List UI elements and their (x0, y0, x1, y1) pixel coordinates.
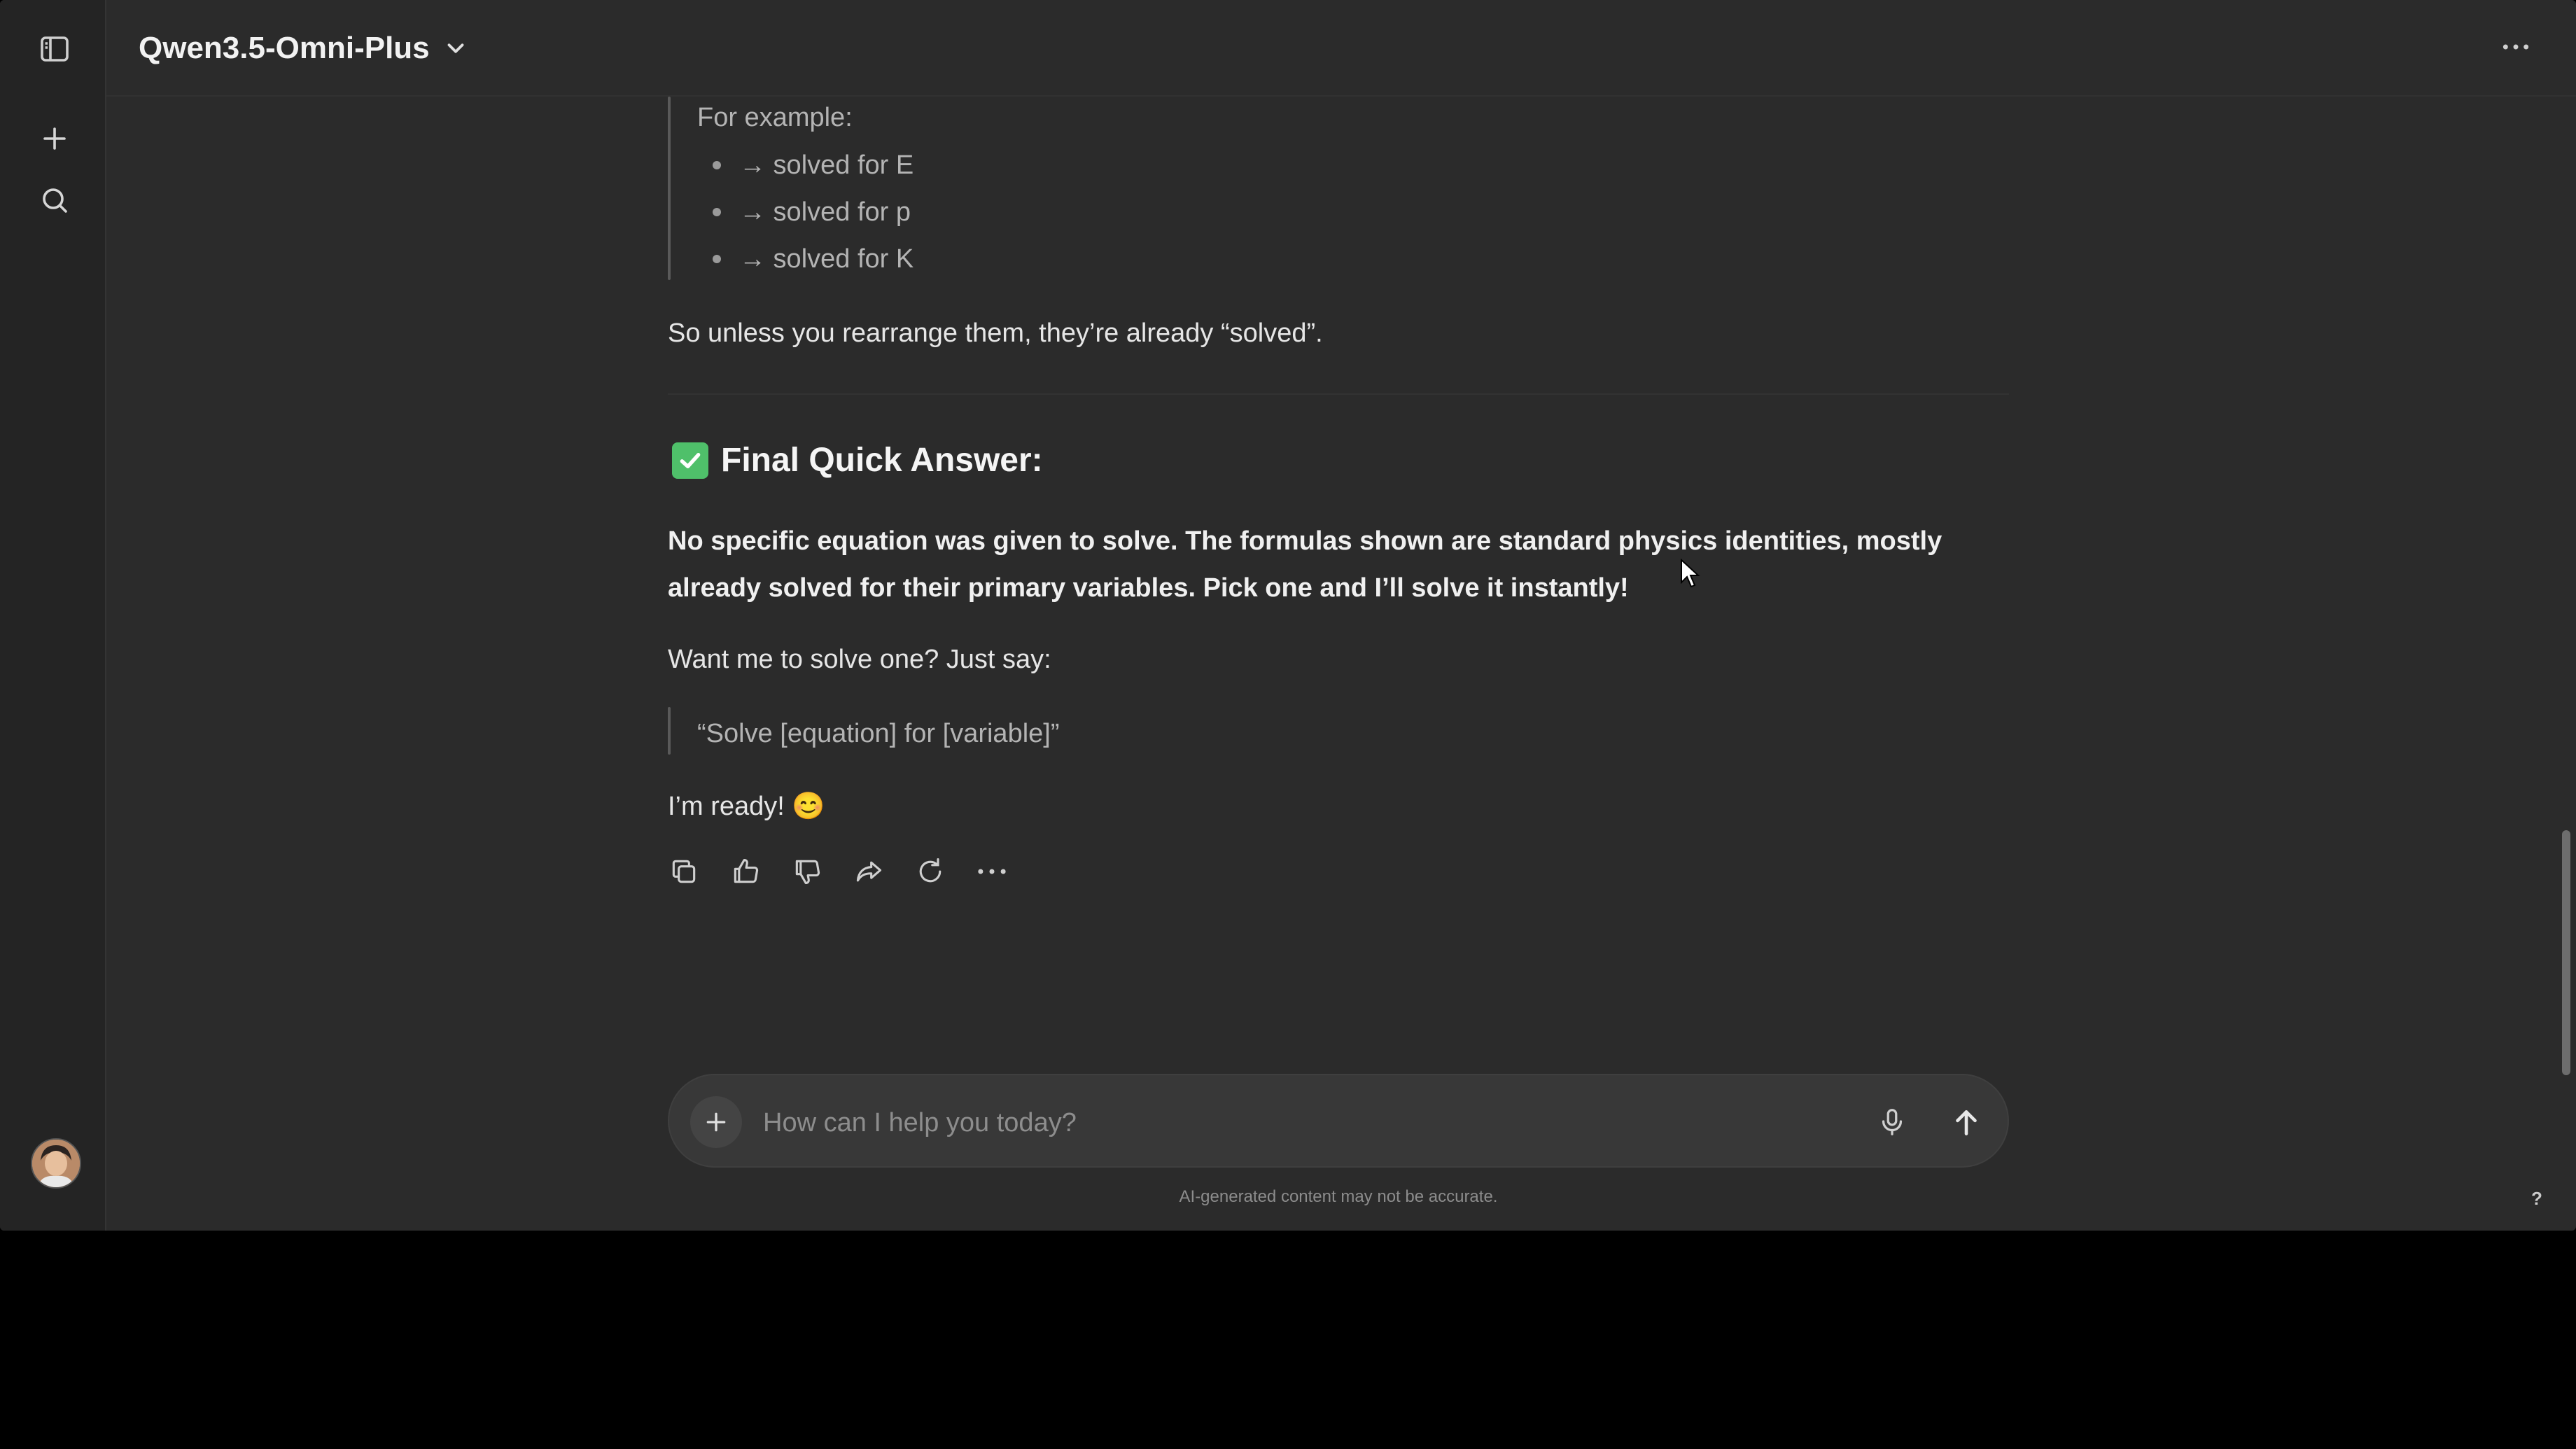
list-item: → solved for p (739, 197, 911, 227)
answer-text: No specific equation was given to solve.… (668, 526, 1942, 603)
example-label: For example: (697, 103, 853, 132)
copy-button[interactable] (668, 855, 700, 888)
scrollbar-thumb[interactable] (2562, 830, 2570, 1075)
plus-icon (706, 1112, 726, 1132)
chevron-down-icon (447, 43, 464, 53)
share-icon (856, 861, 882, 882)
more-actions-button[interactable] (976, 855, 1008, 888)
send-button[interactable] (1936, 1092, 1996, 1152)
section-heading: Final Quick Answer: (672, 441, 1043, 479)
bullet (713, 208, 721, 216)
attach-button[interactable] (690, 1096, 742, 1148)
more-options-button[interactable] (2495, 29, 2537, 64)
like-button[interactable] (729, 855, 762, 888)
dislike-button[interactable] (791, 855, 823, 888)
blockquote-bar (668, 707, 671, 755)
voice-input-button[interactable] (1868, 1098, 1917, 1147)
share-button[interactable] (853, 855, 885, 888)
new-chat-button[interactable] (28, 112, 81, 165)
model-name: Qwen3.5-Omni-Plus (139, 31, 430, 65)
quote-text: “Solve [equation] for [variable]” (697, 719, 1060, 748)
list-item: → solved for E (739, 150, 914, 180)
sidebar (0, 0, 106, 1231)
app-window: Qwen3.5-Omni-Plus For example: → solved … (0, 0, 2576, 1231)
microphone-icon (1882, 1109, 1903, 1135)
refresh-icon (919, 858, 941, 883)
note-text: So unless you rearrange them, they’re al… (668, 318, 1323, 348)
more-icon (2502, 44, 2529, 50)
search-button[interactable] (28, 174, 81, 227)
plus-icon (43, 127, 66, 150)
blockquote-bar (668, 97, 671, 280)
bullet (713, 161, 721, 169)
arrow-up-icon (1956, 1110, 1977, 1135)
thumbs-up-icon (734, 858, 759, 883)
copy-icon (672, 860, 696, 883)
more-icon (978, 869, 1006, 874)
sidebar-panel-icon (41, 36, 69, 62)
prompt-line: Want me to solve one? Just say: (668, 645, 1051, 674)
chat-input[interactable] (762, 1098, 1800, 1148)
thumbs-down-icon (795, 860, 820, 885)
heading-text: Final Quick Answer: (721, 442, 1043, 479)
list-item: → solved for K (739, 244, 914, 274)
model-selector[interactable]: Qwen3.5-Omni-Plus (139, 27, 469, 70)
regenerate-button[interactable] (914, 855, 946, 888)
avatar-image (32, 1140, 80, 1187)
composer (668, 1074, 2009, 1168)
user-avatar[interactable] (31, 1138, 81, 1189)
mouse-cursor-icon (1681, 559, 1700, 588)
toggle-sidebar-button[interactable] (28, 22, 81, 76)
search-icon (43, 188, 67, 213)
bullet (713, 255, 721, 263)
help-button[interactable]: ? (2523, 1184, 2551, 1212)
closing-text: I’m ready! 😊 (668, 792, 825, 821)
check-mark-icon (672, 442, 708, 479)
message-actions (668, 855, 1008, 888)
top-bar: Qwen3.5-Omni-Plus (106, 0, 2576, 97)
divider (668, 393, 2009, 395)
disclaimer-text: AI-generated content may not be accurate… (1179, 1187, 1498, 1206)
